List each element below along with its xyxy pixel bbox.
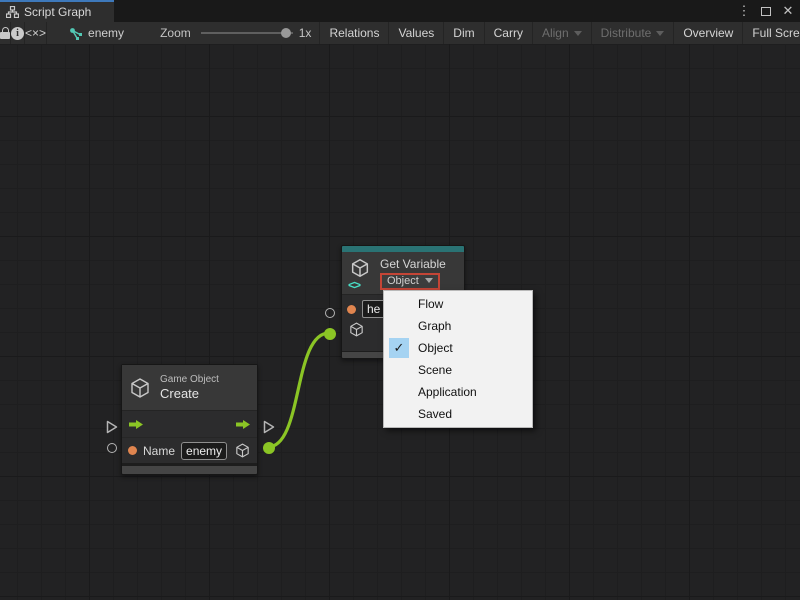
object-input-port-connected[interactable] <box>324 328 336 340</box>
restore-icon <box>761 7 771 16</box>
menu-item-object[interactable]: ✓ Object <box>384 337 532 359</box>
overview-button[interactable]: Overview <box>674 22 743 44</box>
zoom-control: Zoom 1x <box>160 26 311 40</box>
name-port-label: Name <box>143 444 175 458</box>
menu-item-graph[interactable]: Graph <box>384 315 532 337</box>
zoom-label: Zoom <box>160 26 191 40</box>
menu-item-application[interactable]: Application <box>384 381 532 403</box>
align-dropdown-button[interactable]: Align <box>533 22 592 44</box>
name-value-input[interactable] <box>181 442 227 460</box>
values-button[interactable]: Values <box>389 22 444 44</box>
relations-button[interactable]: Relations <box>320 22 389 44</box>
window-menu-button[interactable]: ⋮ <box>736 3 752 19</box>
node-title: Get Variable <box>380 257 446 271</box>
cube-icon <box>348 257 372 279</box>
getvar-node-header: <> Get Variable Object <box>342 252 464 294</box>
flow-output-arrow-icon[interactable] <box>235 419 251 430</box>
dim-button[interactable]: Dim <box>444 22 484 44</box>
variable-kind-menu: Flow Graph ✓ Object Scene Application Sa… <box>383 290 533 428</box>
script-graph-window: Script Graph ⋮ ✕ i <×> <box>0 0 800 600</box>
chevron-down-icon <box>656 31 664 36</box>
create-node-footer <box>122 465 257 474</box>
gameobject-output-port-cube-icon[interactable] <box>234 442 251 459</box>
lock-icon <box>0 27 10 39</box>
node-game-object-create[interactable]: Game Object Create Name <box>121 364 258 475</box>
flow-input-arrow-icon[interactable] <box>128 419 144 430</box>
graph-hierarchy-icon <box>6 6 19 18</box>
flow-input-port-triangle[interactable] <box>106 420 118 434</box>
distribute-dropdown-button[interactable]: Distribute <box>592 22 675 44</box>
menu-item-scene[interactable]: Scene <box>384 359 532 381</box>
tab-accent-line <box>0 0 114 2</box>
graph-node-icon <box>69 27 83 40</box>
gameobject-output-port-connected[interactable] <box>263 442 275 454</box>
zoom-slider[interactable] <box>201 32 293 34</box>
graph-breadcrumb[interactable]: enemy <box>69 26 124 40</box>
check-icon: ✓ <box>389 338 409 358</box>
flow-output-port-triangle[interactable] <box>263 420 275 434</box>
carry-button[interactable]: Carry <box>485 22 533 44</box>
graph-canvas[interactable]: Game Object Create Name <box>0 44 800 600</box>
chevron-down-icon <box>574 31 582 36</box>
chevron-down-icon <box>425 278 433 283</box>
name-outer-port[interactable] <box>107 443 117 453</box>
object-input-port-cube-icon[interactable] <box>348 321 365 338</box>
zoom-slider-handle[interactable] <box>281 28 291 38</box>
tab-script-graph[interactable]: Script Graph <box>0 0 114 22</box>
variable-name-outer-port[interactable] <box>325 308 335 318</box>
variable-kind-dropdown[interactable]: Object <box>380 273 440 290</box>
window-close-button[interactable]: ✕ <box>780 3 796 19</box>
code-icon: <×> <box>25 26 46 40</box>
title-bar: Script Graph ⋮ ✕ <box>0 0 800 22</box>
create-node-header: Game Object Create <box>122 365 257 410</box>
variable-icon: <> <box>348 257 374 289</box>
full-screen-button[interactable]: Full Screen <box>743 22 800 44</box>
window-controls: ⋮ ✕ <box>736 0 796 22</box>
flow-port-row <box>122 411 257 437</box>
tab-label: Script Graph <box>24 5 91 19</box>
window-restore-button[interactable] <box>758 3 774 19</box>
menu-item-flow[interactable]: Flow <box>384 293 532 315</box>
menu-item-saved[interactable]: Saved <box>384 403 532 425</box>
name-port-row: Name <box>122 437 257 463</box>
info-icon: i <box>11 27 24 40</box>
name-input-port[interactable] <box>128 446 137 455</box>
cube-icon <box>128 376 152 400</box>
lock-button[interactable] <box>0 22 11 44</box>
create-node-body: Name <box>122 410 257 463</box>
variable-kind-value: Object <box>387 275 419 287</box>
connection-wire <box>268 333 329 447</box>
breadcrumb-graph-name: enemy <box>88 26 124 40</box>
inspect-button[interactable]: i <box>11 22 25 44</box>
toolbar-middle: enemy Zoom 1x <box>47 22 320 44</box>
variable-name-port[interactable] <box>347 305 356 314</box>
node-subtitle: Game Object <box>160 374 219 385</box>
variables-toggle-button[interactable]: <×> <box>25 22 47 44</box>
node-title: Create <box>160 386 219 401</box>
graph-toolbar: i <×> enemy Zoom 1x <box>0 22 800 44</box>
zoom-value: 1x <box>299 26 312 40</box>
angle-brackets-icon: <> <box>348 279 360 291</box>
